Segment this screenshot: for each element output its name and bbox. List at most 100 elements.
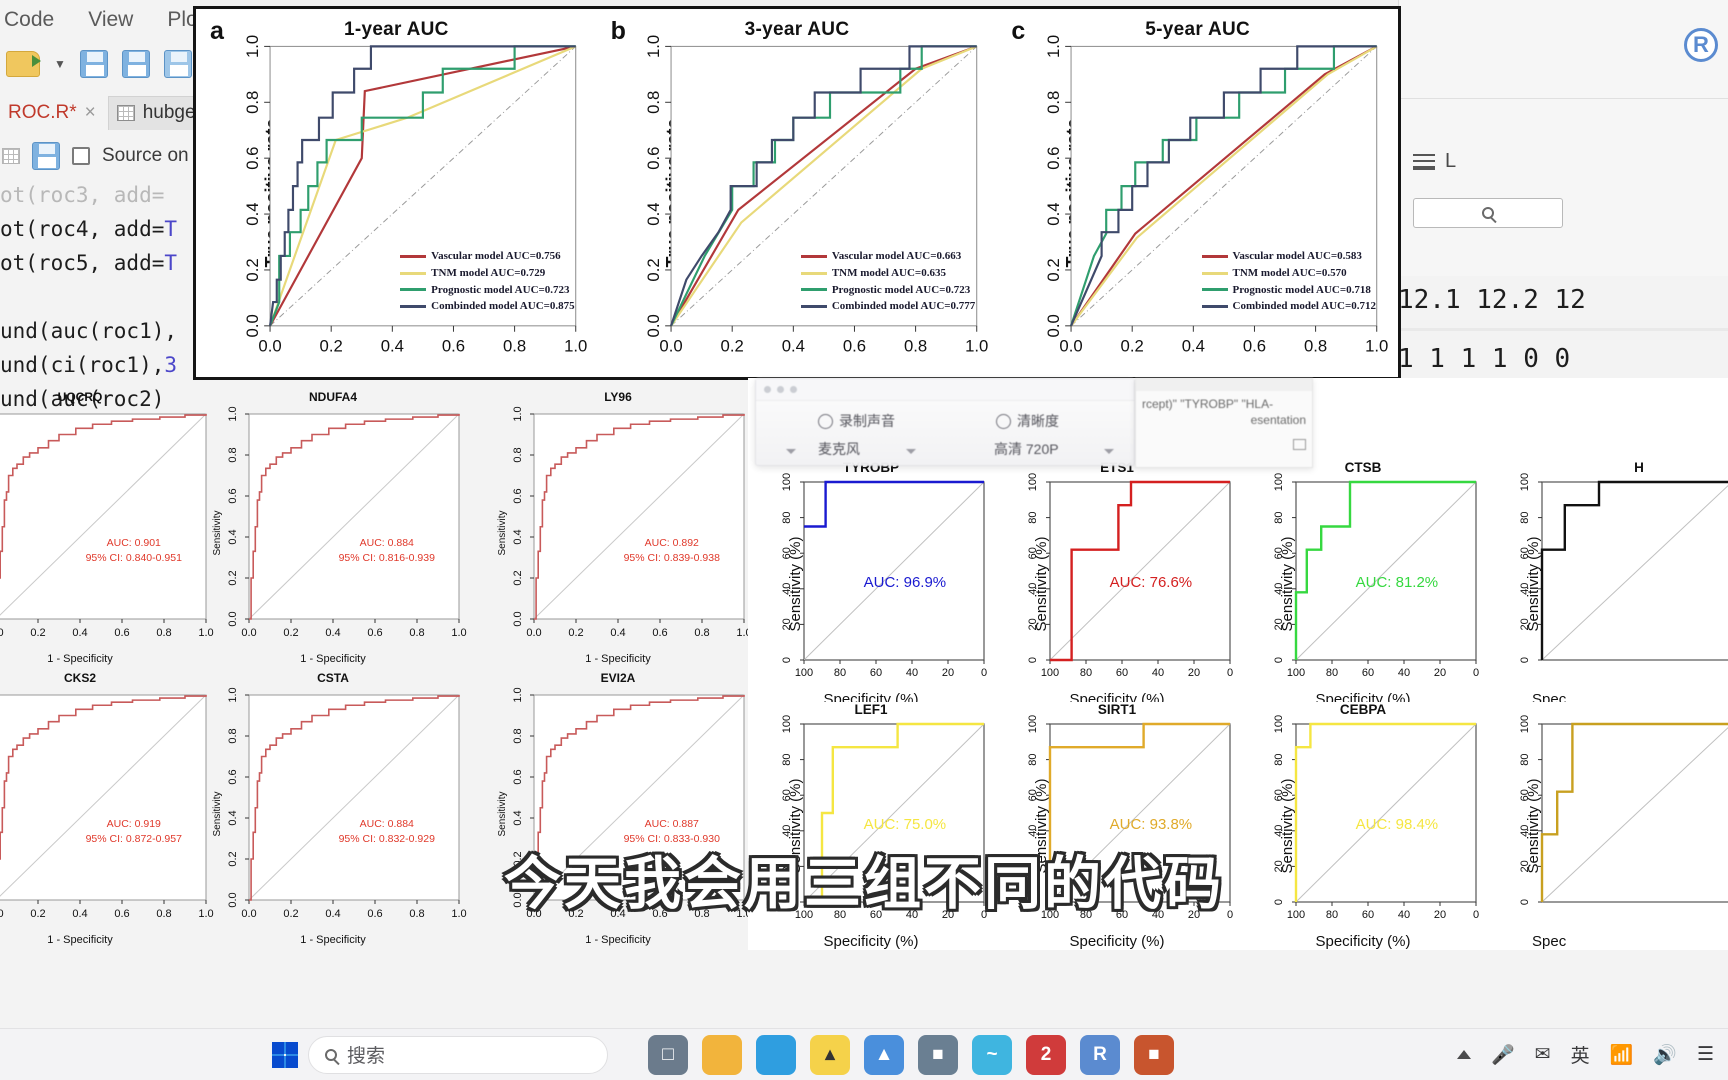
legend-entry: Combinded model AUC=0.777 <box>800 298 975 315</box>
notification-icon[interactable]: ☰ <box>1697 1043 1714 1066</box>
rstudio-icon[interactable]: R <box>1080 1034 1120 1075</box>
screen-recorder-widget[interactable]: 录制声音 清晰度 麦克风 高清 720P <box>755 378 1135 466</box>
svg-text:0.6: 0.6 <box>1045 147 1064 170</box>
svg-text:0: 0 <box>1473 667 1479 679</box>
legend-label: Vascular model AUC=0.756 <box>431 250 561 263</box>
svg-text:0.8: 0.8 <box>409 627 424 639</box>
alipay-icon[interactable]: ▲ <box>864 1034 904 1075</box>
svg-text:40: 40 <box>1027 583 1039 595</box>
wps-icon[interactable]: ~ <box>972 1034 1012 1075</box>
legend-label: Combinded model AUC=0.712 <box>1232 300 1376 313</box>
wifi-icon[interactable]: 📶 <box>1610 1043 1634 1067</box>
svg-text:0: 0 <box>1273 657 1285 663</box>
svg-text:0.4: 0.4 <box>227 529 239 544</box>
recorder-prev-chevron[interactable] <box>786 441 796 457</box>
environment-list-toggle[interactable]: L <box>1413 150 1456 173</box>
svg-text:0.0: 0.0 <box>258 336 281 355</box>
svg-text:100: 100 <box>1519 473 1531 491</box>
svg-text:0.0: 0.0 <box>0 627 4 639</box>
svg-text:40: 40 <box>781 825 793 837</box>
gene-auc-annotation: AUC: 81.2% <box>1355 574 1439 592</box>
svg-text:80: 80 <box>1080 667 1092 679</box>
gene-auc-annotation: AUC: 93.8% <box>1109 816 1193 834</box>
menu-item-code[interactable]: Code <box>4 8 54 38</box>
taskbar-search-input[interactable]: 搜索 <box>308 1035 608 1074</box>
recorder-mic-value[interactable]: 麦克风 <box>818 439 860 459</box>
svg-text:80: 80 <box>1519 511 1531 523</box>
clarity-icon <box>996 413 1011 429</box>
save-file-icon[interactable] <box>32 142 60 170</box>
background-mini-window[interactable]: rcept)" "TYROBP" "HLA- esentation <box>1135 378 1313 468</box>
open-folder-icon[interactable] <box>6 51 41 77</box>
microphone-icon[interactable]: 🎤 <box>1491 1043 1515 1067</box>
svg-text:0.6: 0.6 <box>842 336 865 355</box>
svg-text:60: 60 <box>781 789 793 801</box>
file-explorer-icon[interactable] <box>702 1034 742 1075</box>
zhihu-icon[interactable]: 2 <box>1026 1034 1066 1075</box>
svg-text:0.2: 0.2 <box>243 258 262 281</box>
wechat-icon[interactable]: ▴ <box>810 1034 850 1075</box>
legend-label: Prognostic model AUC=0.723 <box>431 283 570 296</box>
svg-text:100: 100 <box>1287 667 1305 679</box>
app-icon[interactable]: ■ <box>1134 1034 1174 1075</box>
legend-entry: Prognostic model AUC=0.723 <box>800 282 975 299</box>
save-icon[interactable] <box>79 50 108 78</box>
legend-entry: Combinded model AUC=0.712 <box>1201 298 1376 315</box>
print-icon[interactable] <box>163 50 192 78</box>
mini-window-controls[interactable]: esentation <box>1251 413 1306 427</box>
svg-text:0.8: 0.8 <box>243 91 262 114</box>
minimize-icon[interactable] <box>1293 439 1306 450</box>
close-icon[interactable]: × <box>85 102 96 124</box>
menu-item-view[interactable]: View <box>88 8 133 38</box>
volume-icon[interactable]: 🔊 <box>1653 1043 1677 1067</box>
svg-text:1.0: 1.0 <box>451 627 466 639</box>
recorder-quality-chevron[interactable] <box>1104 441 1114 457</box>
editor-tab-roc-r[interactable]: ROC.R* × <box>0 97 108 130</box>
svg-text:20: 20 <box>781 618 793 630</box>
svg-text:0.2: 0.2 <box>512 570 524 585</box>
recorder-titlebar <box>756 379 1134 401</box>
taskbar-system-tray: 🎤 ✉ 英 📶 🔊 ☰ <box>1457 1041 1714 1068</box>
svg-text:100: 100 <box>781 473 793 491</box>
back-icon[interactable] <box>2 148 20 164</box>
svg-text:20: 20 <box>1519 618 1531 630</box>
gene-roc-panel: ETS1 Sensitivity (%) Specificity (%) 100 80 6… <box>994 460 1240 708</box>
legend-swatch <box>1201 254 1228 258</box>
source-on-save-checkbox[interactable] <box>72 147 90 165</box>
environment-search-input[interactable] <box>1413 198 1563 228</box>
video-icon[interactable]: ■ <box>918 1034 958 1075</box>
task-view-icon[interactable]: □ <box>648 1034 688 1075</box>
auc-value: AUC: 0.901 <box>106 536 161 549</box>
ide-right-pane-chrome: R L <box>1398 0 1728 276</box>
windows-taskbar: 搜索 □ ▴ ▲ ■ ~ 2 R ■ 🎤 ✉ 英 📶 🔊 ☰ <box>0 1028 1728 1080</box>
save-all-icon[interactable] <box>121 50 150 78</box>
ime-language-indicator[interactable]: 英 <box>1571 1041 1590 1068</box>
svg-text:0.4: 0.4 <box>1045 202 1064 225</box>
chevron-up-icon[interactable] <box>1457 1050 1471 1059</box>
svg-text:0.2: 0.2 <box>1121 336 1144 355</box>
svg-text:60: 60 <box>1519 789 1531 801</box>
ime-extra-icon[interactable]: ✉ <box>1535 1043 1551 1066</box>
svg-text:0.8: 0.8 <box>227 447 239 462</box>
svg-text:60: 60 <box>781 547 793 559</box>
legend-swatch <box>400 288 427 292</box>
recorder-quality-value[interactable]: 高清 720P <box>994 439 1059 459</box>
svg-text:1.0: 1.0 <box>512 687 524 702</box>
roc-panel-a: a1-year AUCTrue positive rate0.00.20.40.… <box>196 9 597 377</box>
edge-icon[interactable] <box>756 1034 796 1075</box>
svg-text:0.0: 0.0 <box>659 336 682 355</box>
legend-entry: Vascular model AUC=0.583 <box>1201 248 1376 265</box>
legend-label: Vascular model AUC=0.583 <box>1232 250 1362 263</box>
windows-logo-icon[interactable] <box>272 1041 298 1068</box>
chevron-down-icon[interactable]: ▼ <box>54 57 66 71</box>
recorder-mic-chevron[interactable] <box>906 441 916 457</box>
legend-entry: TNM model AUC=0.570 <box>1201 265 1376 282</box>
proc-auc-annotation: AUC: 0.884 95% CI: 0.816-0.939 <box>339 536 435 566</box>
list-view-label: L <box>1445 150 1457 172</box>
svg-text:0.6: 0.6 <box>227 488 239 503</box>
svg-text:0.8: 0.8 <box>1304 336 1327 355</box>
legend-label: Combinded model AUC=0.875 <box>431 300 575 313</box>
svg-text:40: 40 <box>1398 667 1410 679</box>
svg-text:0.2: 0.2 <box>644 258 663 281</box>
console-line: 1 1 1 1 0 0 <box>1398 344 1571 375</box>
